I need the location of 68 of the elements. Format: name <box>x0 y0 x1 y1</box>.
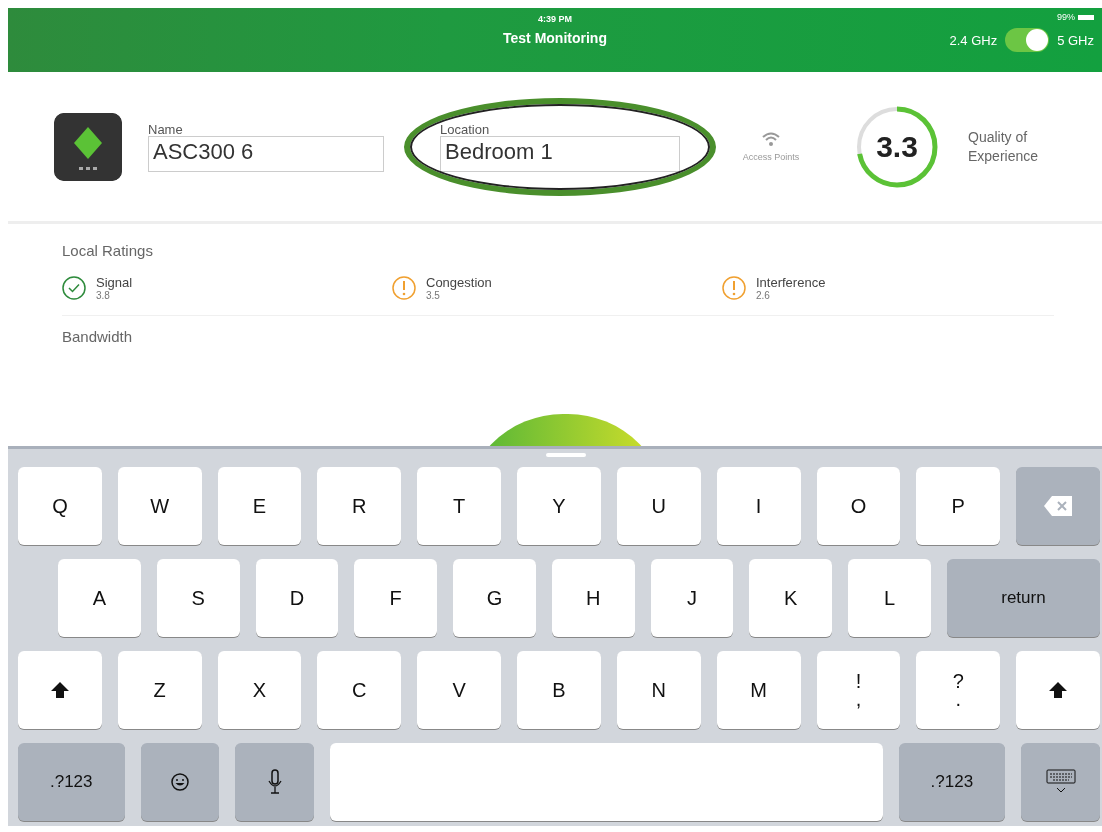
letter-key[interactable]: C <box>317 651 402 729</box>
quality-label: Quality of Experience <box>968 128 1040 165</box>
battery-percent: 99% <box>1057 12 1075 22</box>
shift-key[interactable] <box>1016 651 1100 729</box>
letter-key[interactable]: E <box>217 467 302 545</box>
band-label: 2.4 GHz <box>949 32 998 48</box>
letter-key[interactable]: D <box>255 559 339 637</box>
backspace-icon <box>1043 495 1074 517</box>
rating-value: 2.6 <box>756 290 771 301</box>
screen-title: Test Monitoring <box>503 30 607 46</box>
rating-value: 3.5 <box>426 290 441 301</box>
letter-key[interactable]: A <box>58 559 141 637</box>
status-time: 4:39 PM <box>538 14 572 24</box>
letter-key[interactable]: V <box>417 651 502 729</box>
keyboard-hide-icon <box>1045 769 1076 795</box>
punctuation-key[interactable]: ? . <box>916 651 1001 729</box>
microphone-icon <box>267 769 282 795</box>
letter-key[interactable]: G <box>453 559 536 637</box>
letter-key[interactable]: H <box>551 559 635 637</box>
letter-key[interactable]: F <box>354 559 438 637</box>
letter-key[interactable]: Q <box>18 467 102 545</box>
numbers-key[interactable]: .?123 <box>898 743 1006 821</box>
shift-icon <box>49 680 70 700</box>
section-title: Bandwidth <box>62 328 134 345</box>
wifi-icon <box>762 131 780 146</box>
emoji-key[interactable] <box>140 743 220 821</box>
dictation-key[interactable] <box>235 743 315 821</box>
shift-icon <box>1048 680 1069 700</box>
backspace-key[interactable] <box>1016 467 1100 545</box>
letter-key[interactable]: W <box>117 467 202 545</box>
return-key[interactable]: return <box>946 559 1100 637</box>
field-label: Location <box>440 121 491 137</box>
shift-key[interactable] <box>18 651 102 729</box>
letter-key[interactable]: L <box>848 559 931 637</box>
router-icon <box>54 112 122 181</box>
letter-key[interactable]: K <box>749 559 833 637</box>
letter-key[interactable]: R <box>317 467 402 545</box>
letter-key[interactable]: U <box>616 467 701 545</box>
smiley-icon <box>169 772 190 792</box>
letter-key[interactable]: X <box>217 651 302 729</box>
letter-key[interactable]: N <box>616 651 701 729</box>
rating-name: Signal <box>96 275 133 290</box>
numbers-key[interactable]: .?123 <box>18 743 125 821</box>
quality-score: 3.3 <box>876 129 918 164</box>
punctuation-key[interactable]: ! , <box>816 651 901 729</box>
access-points-label: Access Points <box>742 151 800 162</box>
name-field[interactable]: ASC300 6 <box>148 135 384 172</box>
letter-key[interactable]: B <box>517 651 601 729</box>
letter-key[interactable]: O <box>816 467 901 545</box>
hide-keyboard-key[interactable] <box>1021 743 1100 821</box>
field-label: Name <box>148 121 184 137</box>
letter-key[interactable]: T <box>417 467 502 545</box>
letter-key[interactable]: J <box>650 559 734 637</box>
letter-key[interactable]: Y <box>517 467 601 545</box>
letter-key[interactable]: I <box>716 467 801 545</box>
rating-name: Interference <box>756 275 826 290</box>
rating-value: 3.8 <box>96 290 111 301</box>
band-toggle[interactable] <box>1005 28 1050 52</box>
keyboard-grabber[interactable] <box>546 453 586 457</box>
letter-key[interactable]: P <box>916 467 1001 545</box>
rating-name: Congestion <box>426 275 492 290</box>
letter-key[interactable]: M <box>716 651 801 729</box>
letter-key[interactable]: S <box>156 559 240 637</box>
section-title: Local Ratings <box>62 242 154 259</box>
letter-key[interactable]: Z <box>117 651 202 729</box>
location-field[interactable]: Bedroom 1 <box>440 135 680 172</box>
battery-icon <box>1078 14 1094 20</box>
band-label: 5 GHz <box>1057 32 1094 48</box>
